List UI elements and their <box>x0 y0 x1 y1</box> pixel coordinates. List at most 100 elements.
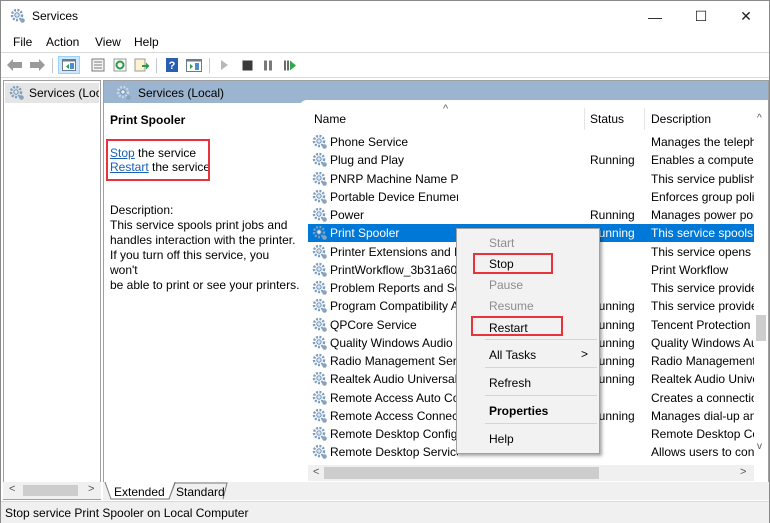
menu-item-start[interactable]: Start <box>489 236 514 250</box>
console-tree: Services (Loca <box>3 80 101 500</box>
pause-service-icon <box>264 60 272 70</box>
service-description: Description: This service spools print j… <box>110 203 300 293</box>
view-tabs: Extended Standard <box>103 482 769 500</box>
service-gear-icon <box>312 353 327 368</box>
tree-scroll-thumb[interactable] <box>23 485 78 496</box>
stop-service-button[interactable] <box>238 56 256 74</box>
service-name: Phone Service <box>330 135 409 149</box>
scroll-left-icon[interactable]: < <box>9 483 15 495</box>
scroll-right-icon[interactable]: > <box>740 466 746 478</box>
service-status: Running <box>590 153 635 168</box>
show-action-pane-icon <box>186 58 202 72</box>
stop-service-icon <box>242 60 252 70</box>
scroll-right-icon[interactable]: > <box>88 483 94 495</box>
services-gear-icon <box>116 85 131 100</box>
highlight-box-restart <box>471 316 563 336</box>
menu-file[interactable]: File <box>13 35 32 49</box>
service-row[interactable]: Portable Device Enumerator Service Enforc… <box>308 188 754 206</box>
service-gear-icon <box>312 445 327 460</box>
service-description: Remote Desktop Co <box>651 427 754 441</box>
column-header-status[interactable]: Status <box>590 112 624 126</box>
help-button[interactable]: ? <box>163 56 181 74</box>
service-description: Enforces group poli <box>651 189 754 204</box>
tab-extended[interactable]: Extended <box>114 485 165 499</box>
tree-horizontal-scrollbar[interactable]: < > <box>3 482 101 499</box>
service-status: Running <box>590 208 635 222</box>
list-vscroll-thumb[interactable] <box>756 315 766 341</box>
service-gear-icon <box>312 134 327 149</box>
submenu-chevron-icon: > <box>581 347 589 361</box>
menu-help[interactable]: Help <box>134 35 159 49</box>
service-description: Creates a connectio <box>651 390 754 405</box>
back-button[interactable] <box>6 56 24 74</box>
list-hscroll-thumb[interactable] <box>324 467 599 479</box>
properties-button[interactable] <box>89 56 107 74</box>
export-list-icon <box>134 58 150 72</box>
maximize-button[interactable]: ☐ <box>678 1 724 32</box>
menu-bar: File Action View Help <box>1 32 769 53</box>
menu-item-all-tasks[interactable]: All Tasks <box>489 348 536 362</box>
service-row[interactable]: Plug and Play Running Enables a computer <box>308 151 754 169</box>
service-description: This service opens c <box>651 244 754 259</box>
column-header-description[interactable]: Description <box>651 112 711 126</box>
menu-item-pause[interactable]: Pause <box>489 278 523 292</box>
list-horizontal-scrollbar[interactable]: < > <box>308 465 754 481</box>
highlight-box-stop <box>473 253 553 274</box>
scroll-down-icon[interactable]: v <box>757 441 762 452</box>
service-description: Quality Windows Au <box>651 335 754 350</box>
service-name: PrintWorkflow_3b31a60 <box>330 262 458 277</box>
services-gear-icon <box>10 8 25 23</box>
restart-service-button[interactable] <box>281 56 299 74</box>
service-description: Enables a computer <box>651 153 754 168</box>
service-gear-icon <box>312 317 327 332</box>
highlight-box-links <box>106 139 210 181</box>
service-name: Radio Management Servi <box>330 354 458 368</box>
properties-icon <box>91 58 105 72</box>
minimize-button[interactable]: — <box>632 1 678 32</box>
menu-action[interactable]: Action <box>46 35 79 49</box>
service-description: Manages dial-up an <box>651 408 754 423</box>
services-window: Services — ☐ ✕ File Action View Help ? S… <box>0 0 770 523</box>
scroll-left-icon[interactable]: < <box>313 466 319 478</box>
service-gear-icon <box>312 408 327 423</box>
service-name: Realtek Audio Universal S <box>330 372 458 387</box>
start-service-button[interactable] <box>215 56 233 74</box>
pause-service-button[interactable] <box>259 56 277 74</box>
show-hide-console-tree-icon <box>62 59 76 71</box>
menu-item-refresh[interactable]: Refresh <box>489 376 531 390</box>
service-name: QPCore Service <box>330 317 417 332</box>
menu-item-properties[interactable]: Properties <box>489 404 548 418</box>
toolbar: ? <box>1 53 769 78</box>
service-description: This service provide <box>651 281 754 295</box>
show-action-pane-button[interactable] <box>185 56 203 74</box>
list-vertical-scrollbar[interactable]: ^ v <box>754 111 768 459</box>
service-gear-icon <box>312 226 327 241</box>
export-list-button[interactable] <box>133 56 151 74</box>
column-header-name[interactable]: Name <box>314 112 346 126</box>
close-icon: ✕ <box>740 8 752 24</box>
show-hide-console-tree-button[interactable] <box>58 56 80 74</box>
service-name: PNRP Machine Name Publication Service <box>330 171 458 186</box>
menu-view[interactable]: View <box>95 35 121 49</box>
service-gear-icon <box>312 390 327 405</box>
service-description: Manages power pol <box>651 208 754 222</box>
refresh-icon <box>113 58 127 72</box>
tab-standard[interactable]: Standard <box>176 485 225 499</box>
service-row[interactable]: Phone Service Manages the teleph <box>308 133 754 151</box>
service-row[interactable]: PNRP Machine Name Publication Service Thi… <box>308 170 754 188</box>
menu-item-resume[interactable]: Resume <box>489 299 534 313</box>
close-button[interactable]: ✕ <box>723 1 769 32</box>
menu-item-help[interactable]: Help <box>489 432 514 446</box>
back-icon <box>7 59 22 71</box>
sort-ascending-icon: ^ <box>443 103 449 115</box>
services-gear-icon <box>9 85 24 100</box>
service-row[interactable]: Power Running Manages power pol <box>308 206 754 224</box>
service-description: Realtek Audio Unive <box>651 372 754 387</box>
refresh-button[interactable] <box>111 56 129 74</box>
service-description: Print Workflow <box>651 262 729 277</box>
forward-button[interactable] <box>28 56 46 74</box>
service-gear-icon <box>312 207 327 222</box>
tree-node-services-local[interactable]: Services (Loca <box>5 83 99 103</box>
service-name: Quality Windows Audio V <box>330 335 458 350</box>
scroll-up-icon[interactable]: ^ <box>757 113 762 124</box>
